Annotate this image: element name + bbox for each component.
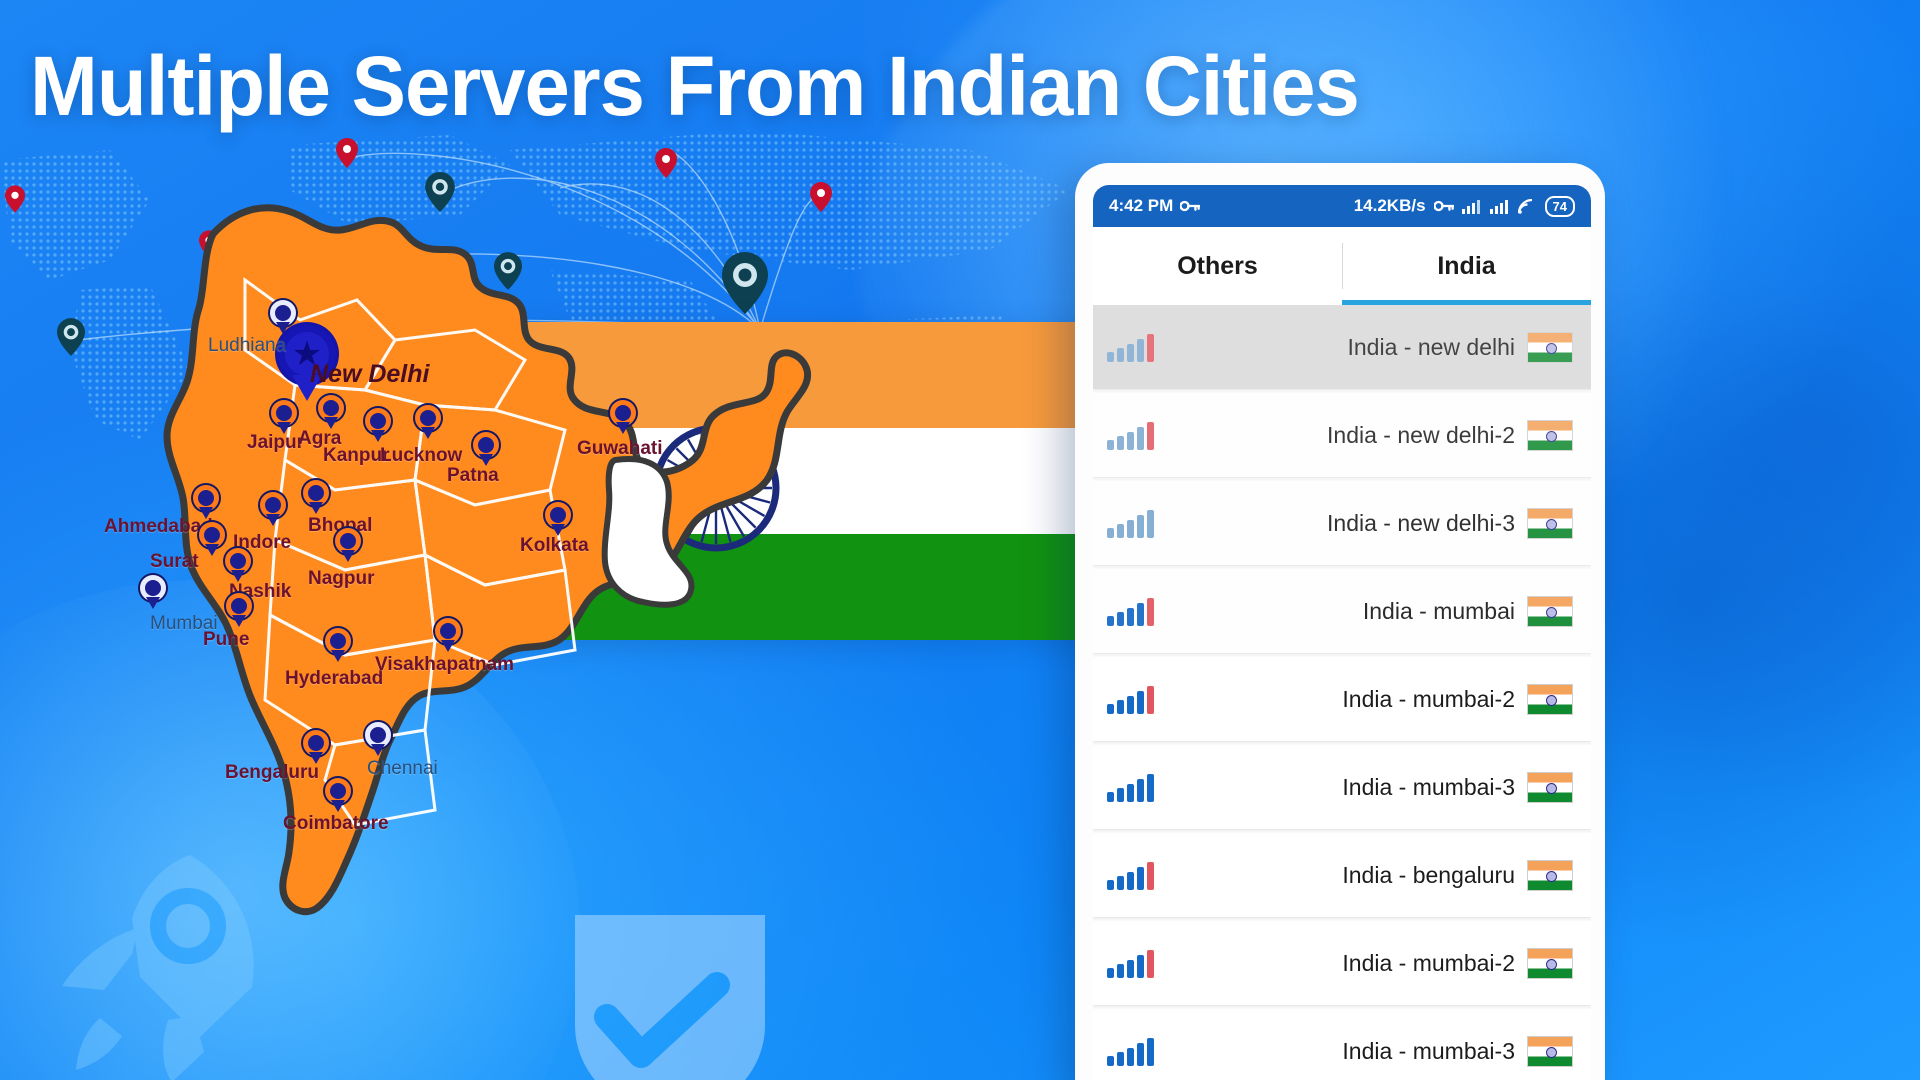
map-label-hyderabad: Hyderabad (285, 668, 384, 689)
map-label-ahmedabad: Ahmedabad (104, 516, 213, 537)
map-label-jaipur: Jaipur (247, 432, 305, 453)
server-name: India - new delhi (1347, 333, 1516, 360)
signal-bars-icon (1107, 948, 1163, 978)
map-pin-coimbatore (325, 778, 351, 812)
india-flag-icon (1527, 947, 1573, 979)
map-pin-kanpur (365, 408, 391, 442)
map-pin-kolkata (545, 502, 571, 536)
map-pin-patna (473, 432, 499, 466)
map-label-nagpur: Nagpur (308, 568, 375, 589)
server-list[interactable]: India - new delhi India - new delhi-2 Indi… (1093, 305, 1591, 1080)
page-title: Multiple Servers From Indian Cities (30, 39, 1360, 133)
signal-bars-icon (1107, 772, 1163, 802)
map-label-kolkata: Kolkata (520, 535, 589, 556)
signal-bars-icon (1107, 596, 1163, 626)
key-icon (1433, 200, 1454, 212)
wifi-icon (1517, 198, 1532, 214)
map-pin-visakhapatnam (435, 618, 461, 652)
map-label-coimbatore: Coimbatore (283, 813, 389, 834)
map-pin-lucknow (415, 405, 441, 439)
india-flag-icon (1527, 771, 1573, 803)
signal-bars-icon (1107, 420, 1163, 450)
map-pin-nashik (225, 548, 251, 582)
signal-bars-icon (1107, 1036, 1163, 1066)
battery-indicator: 74 (1544, 195, 1575, 217)
server-list-item[interactable]: India - new delhi-2 (1093, 393, 1591, 478)
server-name: India - new delhi-2 (1327, 421, 1515, 448)
shield-check-icon (575, 915, 765, 1080)
world-pin-icon (5, 185, 25, 213)
tab-india[interactable]: India (1342, 227, 1591, 305)
status-bar-right: 14.2KB/s 74 (1353, 195, 1575, 217)
server-list-item[interactable]: India - mumbai-3 (1093, 745, 1591, 830)
map-pin-nagpur (335, 528, 361, 562)
signal-bars-icon (1107, 508, 1163, 538)
server-list-item[interactable]: India - bengaluru (1093, 833, 1591, 918)
map-pin-hyderabad (325, 628, 351, 662)
india-flag-icon (1527, 859, 1573, 891)
server-name: India - mumbai (1362, 597, 1515, 624)
server-list-item[interactable]: India - new delhi-3 (1093, 481, 1591, 566)
vpn-key-icon (1180, 200, 1201, 212)
map-label-new-delhi: New Delhi (310, 360, 430, 388)
status-bar-left: 4:42 PM (1109, 196, 1201, 216)
map-label-lucknow: Lucknow (380, 445, 463, 466)
phone-mockup: 4:42 PM 14.2KB/s 74 Others India India -… (1075, 163, 1605, 1080)
tab-others[interactable]: Others (1093, 227, 1342, 305)
map-pin-indore (260, 492, 286, 526)
map-label-surat: Surat (150, 551, 199, 572)
map-pin-bhopal (303, 480, 329, 514)
map-label-patna: Patna (447, 465, 499, 486)
map-label-ludhiana: Ludhiana (208, 335, 287, 356)
server-name: India - mumbai-3 (1342, 1037, 1515, 1064)
server-list-item[interactable]: India - new delhi (1093, 305, 1591, 390)
map-pin-bengaluru (303, 730, 329, 764)
signal-bars-icon (1107, 332, 1163, 362)
map-pin-ludhiana (270, 300, 296, 334)
map-label-bengaluru: Bengaluru (225, 762, 319, 783)
signal-bars-icon (1489, 199, 1508, 214)
signal-bars-icon (1107, 860, 1163, 890)
map-pin-chennai (365, 722, 391, 756)
india-flag-icon (1527, 419, 1573, 451)
map-label-guwahati: Guwahati (577, 438, 663, 459)
server-list-item[interactable]: India - mumbai-2 (1093, 657, 1591, 742)
location-pin-icon (57, 318, 85, 356)
india-flag-icon (1527, 1035, 1573, 1067)
map-pin-mumbai (140, 575, 166, 609)
phone-screen: 4:42 PM 14.2KB/s 74 Others India India -… (1093, 185, 1591, 1080)
india-flag-icon (1527, 683, 1573, 715)
map-pin-jaipur (271, 400, 297, 434)
server-list-item[interactable]: India - mumbai (1093, 569, 1591, 654)
status-time: 4:42 PM (1109, 196, 1174, 215)
map-label-chennai: Chennai (367, 758, 438, 779)
signal-bars-icon (1107, 684, 1163, 714)
map-pin-ahmedabad (193, 485, 219, 519)
server-name: India - mumbai-2 (1342, 949, 1515, 976)
server-name: India - new delhi-3 (1327, 509, 1515, 536)
map-pin-agra (318, 395, 344, 429)
india-flag-icon (1527, 507, 1573, 539)
map-pin-guwahati (610, 400, 636, 434)
india-flag-icon (1527, 331, 1573, 363)
server-list-item[interactable]: India - mumbai-2 (1093, 921, 1591, 1006)
network-speed: 14.2KB/s (1353, 196, 1426, 215)
server-name: India - bengaluru (1342, 861, 1515, 888)
server-name: India - mumbai-2 (1342, 685, 1515, 712)
status-bar: 4:42 PM 14.2KB/s 74 (1093, 185, 1591, 227)
map-label-visakhapatnam: Visakhapatnam (375, 654, 515, 675)
server-name: India - mumbai-3 (1342, 773, 1515, 800)
map-label-pune: Pune (203, 629, 250, 650)
signal-bars-icon (1461, 199, 1480, 214)
tab-bar: Others India (1093, 227, 1591, 305)
map-pin-pune (226, 593, 252, 627)
map-pin-surat (199, 522, 225, 556)
india-flag-icon (1527, 595, 1573, 627)
server-list-item[interactable]: India - mumbai-3 (1093, 1009, 1591, 1080)
india-map: ★ New Delhi Ludhiana Jaipur Agra Kanpur Luck… (95, 160, 835, 920)
